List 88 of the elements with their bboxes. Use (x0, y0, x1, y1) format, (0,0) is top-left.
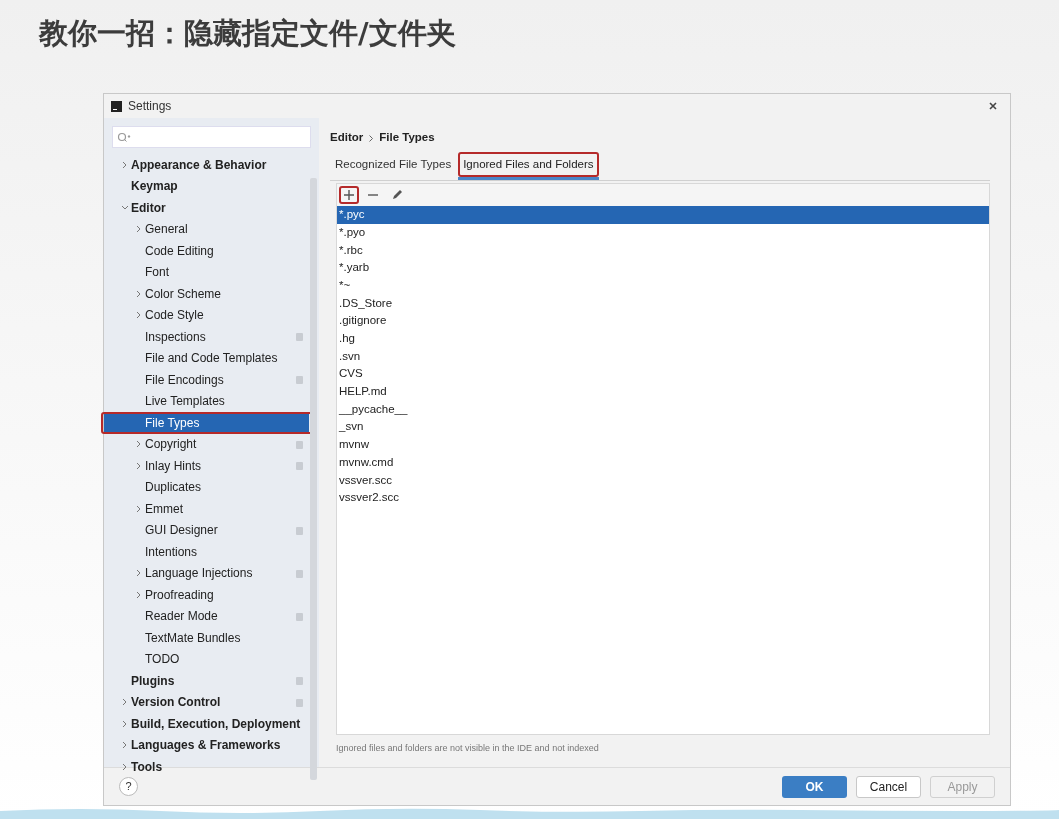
project-level-icon (296, 376, 303, 384)
search-icon (117, 131, 131, 143)
breadcrumb-item: Editor (330, 130, 364, 146)
add-button[interactable] (339, 186, 359, 204)
sidebar-item[interactable]: Code Style (104, 304, 309, 326)
sidebar-item[interactable]: GUI Designer (104, 519, 309, 541)
sidebar-item[interactable]: Code Editing (104, 240, 309, 262)
pencil-icon (391, 189, 403, 201)
sidebar-item[interactable]: Proofreading (104, 584, 309, 606)
sidebar-item[interactable]: Language Injections (104, 562, 309, 584)
chevron-right-icon[interactable] (122, 741, 127, 750)
file-pattern-row[interactable]: .hg (337, 329, 989, 348)
sidebar-item[interactable]: Appearance & Behavior (104, 154, 309, 176)
sidebar-item[interactable]: Editor (104, 197, 309, 219)
file-pattern-row[interactable]: .svn (337, 347, 989, 366)
sidebar-item[interactable]: Emmet (104, 498, 309, 520)
chevron-right-icon[interactable] (122, 762, 127, 771)
file-pattern-row[interactable]: mvnw (337, 435, 989, 454)
file-pattern-row[interactable]: vssver.scc (337, 471, 989, 489)
search-field[interactable] (112, 126, 311, 148)
sidebar-item[interactable]: Copyright (104, 433, 309, 455)
sidebar-item[interactable]: TextMate Bundles (104, 627, 309, 649)
file-pattern-row[interactable]: vssver2.scc (337, 489, 989, 507)
chevron-right-icon[interactable] (136, 311, 141, 320)
project-level-icon (296, 569, 303, 578)
project-level-icon (296, 462, 303, 470)
chevron-right-icon[interactable] (122, 160, 127, 169)
file-pattern-row[interactable]: *~ (337, 276, 989, 295)
file-pattern-row[interactable]: CVS (337, 365, 989, 383)
breadcrumb-item: File Types (379, 130, 435, 146)
close-icon[interactable] (989, 102, 997, 110)
window-title: Settings (128, 98, 172, 115)
dialog-button[interactable]: Cancel (856, 775, 921, 798)
chevron-right-icon[interactable] (122, 719, 127, 728)
chevron-right-icon[interactable] (136, 225, 141, 234)
chevron-right-icon[interactable] (136, 289, 141, 298)
project-level-icon (296, 526, 303, 535)
file-pattern-row[interactable]: *.pyc (337, 206, 989, 224)
chevron-down-icon[interactable] (120, 205, 129, 211)
sidebar-item[interactable]: Plugins (104, 670, 309, 692)
sidebar-item[interactable]: Inlay Hints (104, 455, 309, 477)
chevron-right-icon[interactable] (136, 440, 141, 449)
slide-title: 教你一招：隐藏指定文件/文件夹 (39, 15, 456, 52)
hint-text: Ignored files and folders are not visible in the IDE and not indexed (336, 742, 599, 755)
tab[interactable]: Recognized File Types (330, 151, 457, 180)
chevron-right-icon[interactable] (136, 590, 141, 599)
sidebar-item[interactable]: Tools (104, 756, 309, 778)
file-pattern-row[interactable]: *.rbc (337, 241, 989, 260)
tab[interactable]: Ignored Files and Folders (458, 151, 599, 180)
chevron-right-icon[interactable] (136, 504, 141, 513)
file-pattern-row[interactable]: *.yarb (337, 259, 989, 277)
sidebar-item[interactable]: TODO (104, 648, 309, 670)
sidebar-item[interactable]: File Encodings (104, 369, 309, 391)
sidebar-item[interactable]: Build, Execution, Deployment (104, 713, 309, 735)
sidebar-item[interactable]: Version Control (104, 691, 309, 713)
chevron-right-icon[interactable] (136, 569, 141, 578)
project-level-icon (296, 677, 303, 685)
chevron-right-icon (369, 134, 374, 142)
file-pattern-row[interactable]: _svn (337, 418, 989, 436)
sidebar-item[interactable]: Languages & Frameworks (104, 734, 309, 756)
ok-button[interactable]: OK (782, 775, 847, 798)
scrollbar[interactable] (310, 178, 317, 780)
file-pattern-row[interactable]: mvnw.cmd (337, 453, 989, 472)
project-level-icon (296, 333, 303, 341)
sidebar-item[interactable]: Duplicates (104, 476, 309, 498)
sidebar-item[interactable]: File Types (104, 412, 309, 434)
chevron-right-icon[interactable] (122, 698, 127, 707)
file-pattern-row[interactable]: .DS_Store (337, 294, 989, 313)
sidebar-item[interactable]: File and Code Templates (104, 347, 309, 369)
sidebar-item[interactable]: Intentions (104, 541, 309, 563)
sidebar-item[interactable]: Color Scheme (104, 283, 309, 305)
sidebar-item[interactable]: Keymap (104, 175, 309, 197)
project-level-icon (296, 698, 303, 707)
sidebar-item[interactable]: Font (104, 261, 309, 283)
sidebar-item[interactable]: Live Templates (104, 390, 309, 412)
sidebar-item[interactable]: General (104, 218, 309, 240)
file-pattern-row[interactable]: __pycache__ (337, 400, 989, 419)
help-button[interactable]: ? (119, 777, 138, 796)
file-pattern-row[interactable]: .gitignore (337, 312, 989, 330)
file-pattern-row[interactable]: *.pyo (337, 223, 989, 242)
project-level-icon (296, 612, 303, 621)
app-icon (111, 100, 122, 112)
sidebar-item[interactable]: Reader Mode (104, 605, 309, 627)
project-level-icon (296, 440, 303, 449)
sidebar-item[interactable]: Inspections (104, 326, 309, 348)
file-pattern-row[interactable]: HELP.md (337, 382, 989, 401)
chevron-right-icon[interactable] (136, 461, 141, 470)
add-icon (343, 189, 355, 201)
